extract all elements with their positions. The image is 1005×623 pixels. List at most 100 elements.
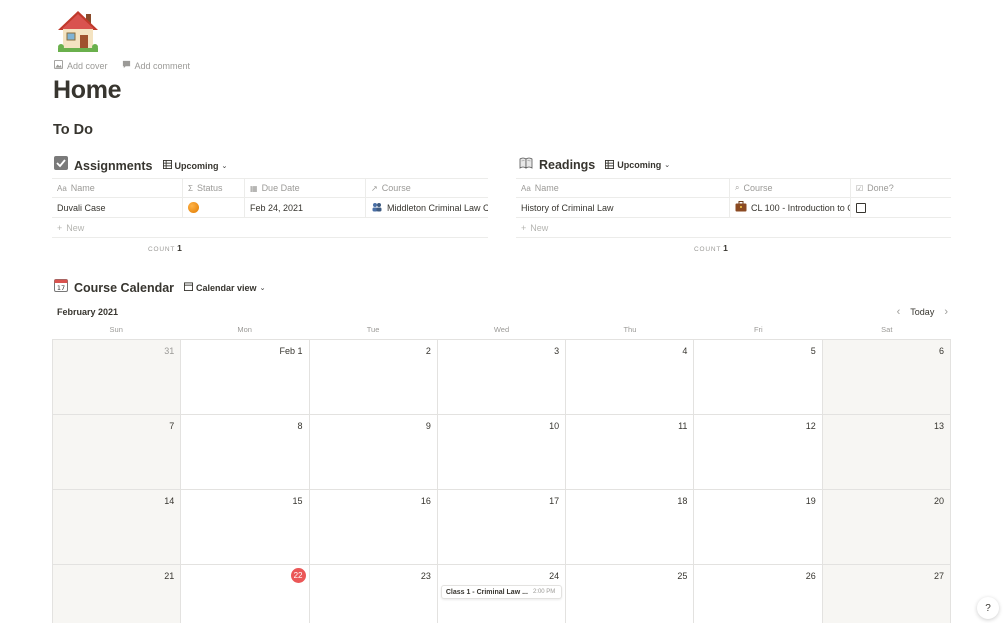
calendar-day[interactable]: 14	[53, 490, 182, 565]
people-icon	[371, 202, 383, 214]
event-title: Class 1 - Criminal Law ...	[445, 588, 528, 596]
calendar-day[interactable]: 9	[309, 415, 438, 490]
calendar-day[interactable]: 26	[694, 565, 823, 623]
chevron-down-icon: ⌄	[259, 284, 266, 292]
calendar-day[interactable]: 20	[822, 490, 951, 565]
assignments-title[interactable]: Assignments	[74, 159, 153, 173]
chevron-left-icon[interactable]: ‹	[897, 306, 901, 318]
orange-circle-icon	[188, 202, 199, 213]
calendar-view-selector[interactable]: Calendar view ⌄	[184, 282, 265, 293]
calendar-day[interactable]: 18	[566, 490, 695, 565]
calendar-day[interactable]: 7	[53, 415, 182, 490]
calendar-view-icon	[184, 282, 194, 293]
chevron-down-icon: ⌄	[664, 162, 671, 169]
svg-text:17: 17	[57, 284, 65, 292]
calendar-day[interactable]: 4	[566, 340, 695, 415]
calendar-day[interactable]: 5	[694, 340, 823, 415]
house-icon[interactable]	[55, 8, 101, 54]
weekday-label: Fri	[753, 325, 763, 334]
column-header-course[interactable]: ⌕ Course	[730, 179, 851, 197]
add-comment-label: Add comment	[134, 60, 191, 71]
readings-count[interactable]: COUNT 1	[694, 243, 728, 253]
table-row[interactable]: History of Criminal Law CL 100 - Introdu…	[516, 198, 951, 218]
assignments-count[interactable]: COUNT 1	[148, 243, 182, 253]
weekday-label: Mon	[237, 325, 252, 334]
column-header-status[interactable]: Σ Status	[183, 179, 245, 197]
column-header-due-date[interactable]: ▦ Due Date	[245, 179, 366, 197]
calendar-day[interactable]: 6	[822, 340, 951, 415]
column-header-course[interactable]: ↗ Course	[366, 179, 488, 197]
calendar-event[interactable]: Class 1 - Criminal Law ... 2:00 PM	[440, 585, 563, 599]
assignments-table: Aa Name Σ Status ▦ Due Date ↗ Course Duvali …	[52, 178, 488, 238]
reading-course-label: CL 100 - Introduction to C	[751, 202, 851, 213]
calendar-day[interactable]: 31	[53, 340, 182, 415]
briefcase-icon	[735, 201, 747, 214]
assignments-view-selector[interactable]: Upcoming ⌄	[162, 160, 228, 171]
calendar-day[interactable]: 25	[566, 565, 695, 623]
reading-course[interactable]: CL 100 - Introduction to C	[730, 198, 851, 217]
checkbox-icon	[54, 156, 68, 175]
plus-icon: +	[57, 222, 63, 233]
readings-title[interactable]: Readings	[539, 158, 595, 172]
new-row-button[interactable]: + New	[52, 218, 488, 238]
calendar-day[interactable]: Feb 1	[181, 340, 310, 415]
calendar-day[interactable]: 2	[309, 340, 438, 415]
calendar-icon: 17	[54, 278, 68, 297]
calendar-day[interactable]: 12	[694, 415, 823, 490]
open-book-icon	[519, 156, 533, 174]
calendar-day[interactable]: 13	[822, 415, 951, 490]
assignment-name[interactable]: Duvali Case	[52, 198, 183, 217]
calendar-day[interactable]: 27	[822, 565, 951, 623]
column-header-name[interactable]: Aa Name	[52, 179, 183, 197]
chevron-down-icon: ⌄	[221, 162, 228, 170]
weekday-label: Wed	[493, 325, 510, 334]
readings-view-selector[interactable]: Upcoming ⌄	[605, 159, 671, 171]
assignments-view-label: Upcoming	[174, 160, 219, 171]
assignment-status[interactable]	[183, 198, 245, 217]
page-title[interactable]: Home	[53, 76, 122, 105]
add-cover-button[interactable]: Add cover	[54, 60, 108, 71]
weekday-header: Sun Mon Tue Wed Thu Fri Sat	[52, 325, 951, 334]
chevron-right-icon[interactable]: ›	[944, 306, 948, 318]
calendar-grid: 31 Feb 1 2 3 4 5 6 7 8 9 10 11 12 13 14 …	[52, 339, 951, 623]
calendar-day[interactable]: 16	[309, 490, 438, 565]
calendar-title[interactable]: Course Calendar	[74, 281, 174, 295]
event-time: 2:00 PM	[532, 589, 556, 595]
assignment-course[interactable]: Middleton Criminal Law C	[366, 198, 488, 217]
assignment-course-label: Middleton Criminal Law C	[387, 202, 488, 213]
image-icon	[54, 60, 63, 71]
table-icon	[605, 159, 615, 171]
reading-name[interactable]: History of Criminal Law	[516, 198, 730, 217]
todo-heading[interactable]: To Do	[53, 122, 93, 138]
readings-header: Readings Upcoming ⌄	[519, 156, 670, 174]
plus-icon: +	[521, 222, 527, 233]
reading-done-checkbox[interactable]	[851, 198, 951, 217]
weekday-label: Tue	[366, 325, 380, 334]
calendar-day[interactable]: 15	[181, 490, 310, 565]
calendar-day[interactable]: 8	[181, 415, 310, 490]
table-row[interactable]: Duvali Case Feb 24, 2021 Middleton Crimi…	[52, 198, 488, 218]
today-button[interactable]: Today	[910, 307, 934, 317]
calendar-day[interactable]: 24 Class 1 - Criminal Law ... 2:00 PM	[437, 565, 567, 623]
calendar-day[interactable]: 17	[437, 490, 567, 565]
calendar-view-label: Calendar view	[196, 282, 257, 293]
new-row-button[interactable]: + New	[516, 218, 951, 238]
text-property-icon: Aa	[57, 183, 67, 193]
calendar-day[interactable]: 11	[566, 415, 695, 490]
calendar-day[interactable]: 3	[437, 340, 567, 415]
text-property-icon: Aa	[521, 183, 531, 193]
add-comment-button[interactable]: Add comment	[122, 60, 191, 71]
table-icon	[162, 160, 172, 171]
column-header-done[interactable]: ☑ Done?	[851, 179, 951, 197]
calendar-day[interactable]: 23	[309, 565, 438, 623]
help-button[interactable]: ?	[977, 597, 999, 619]
column-header-name[interactable]: Aa Name	[516, 179, 730, 197]
calendar-day[interactable]: 10	[437, 415, 567, 490]
checkbox-property-icon: ☑	[856, 183, 864, 193]
calendar-day[interactable]: 21	[53, 565, 182, 623]
calendar-day[interactable]: 19	[694, 490, 823, 565]
calendar-navigation: ‹ Today ›	[897, 306, 948, 318]
weekday-label: Thu	[623, 325, 637, 334]
assignment-due-date[interactable]: Feb 24, 2021	[245, 198, 366, 217]
calendar-day-today[interactable]: 22	[181, 565, 310, 623]
